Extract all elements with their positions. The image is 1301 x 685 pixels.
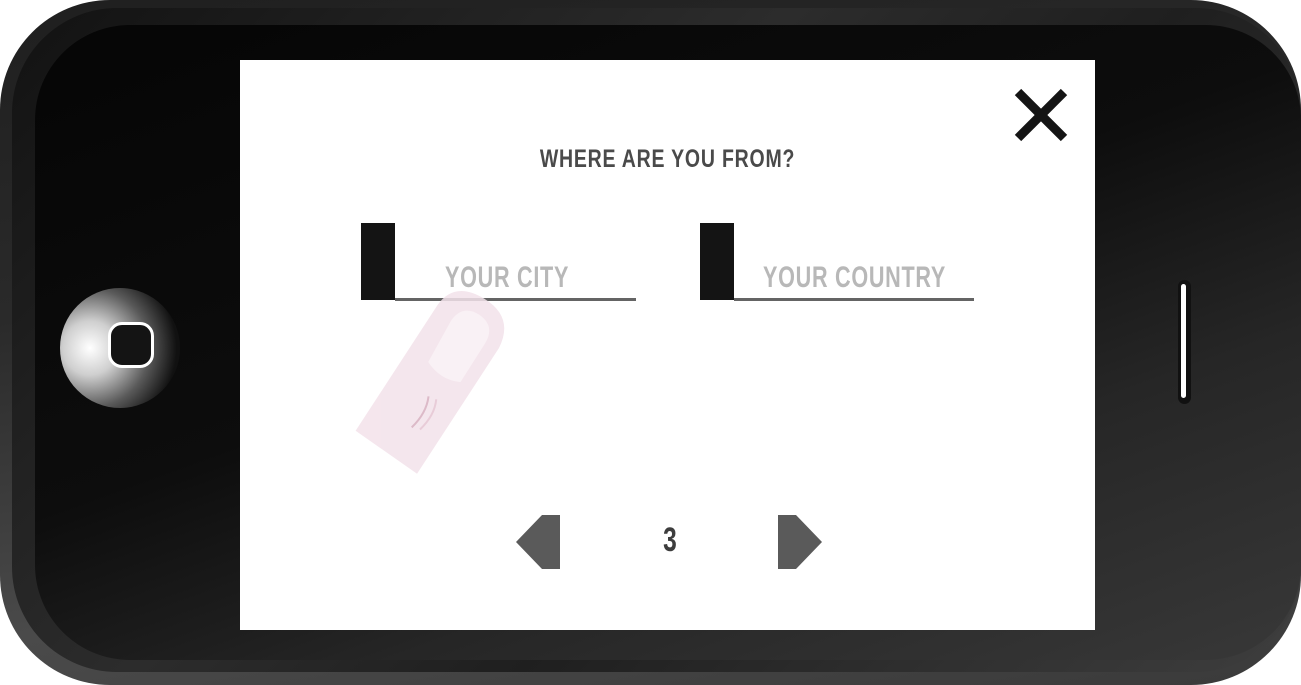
app-screen: WHERE ARE YOU FROM? YOUR CITY YOUR COUNT…: [240, 60, 1095, 630]
pager: 3: [240, 515, 1095, 575]
home-button-icon[interactable]: [108, 322, 154, 368]
question-heading: WHERE ARE YOU FROM?: [539, 145, 796, 173]
city-underline: [395, 298, 636, 301]
country-cursor: [700, 223, 734, 300]
previous-arrow-icon[interactable]: [516, 515, 564, 569]
city-field[interactable]: YOUR CITY: [361, 223, 636, 303]
finger-tap-icon: [355, 291, 505, 474]
city-cursor: [361, 223, 395, 300]
next-arrow-icon[interactable]: [774, 515, 822, 569]
close-icon[interactable]: [1010, 84, 1072, 146]
page-number: 3: [663, 521, 677, 559]
country-underline: [734, 298, 974, 301]
speaker-slot: [1178, 280, 1191, 404]
country-field[interactable]: YOUR COUNTRY: [700, 223, 974, 303]
country-placeholder: YOUR COUNTRY: [763, 261, 947, 294]
city-placeholder: YOUR CITY: [445, 261, 570, 294]
